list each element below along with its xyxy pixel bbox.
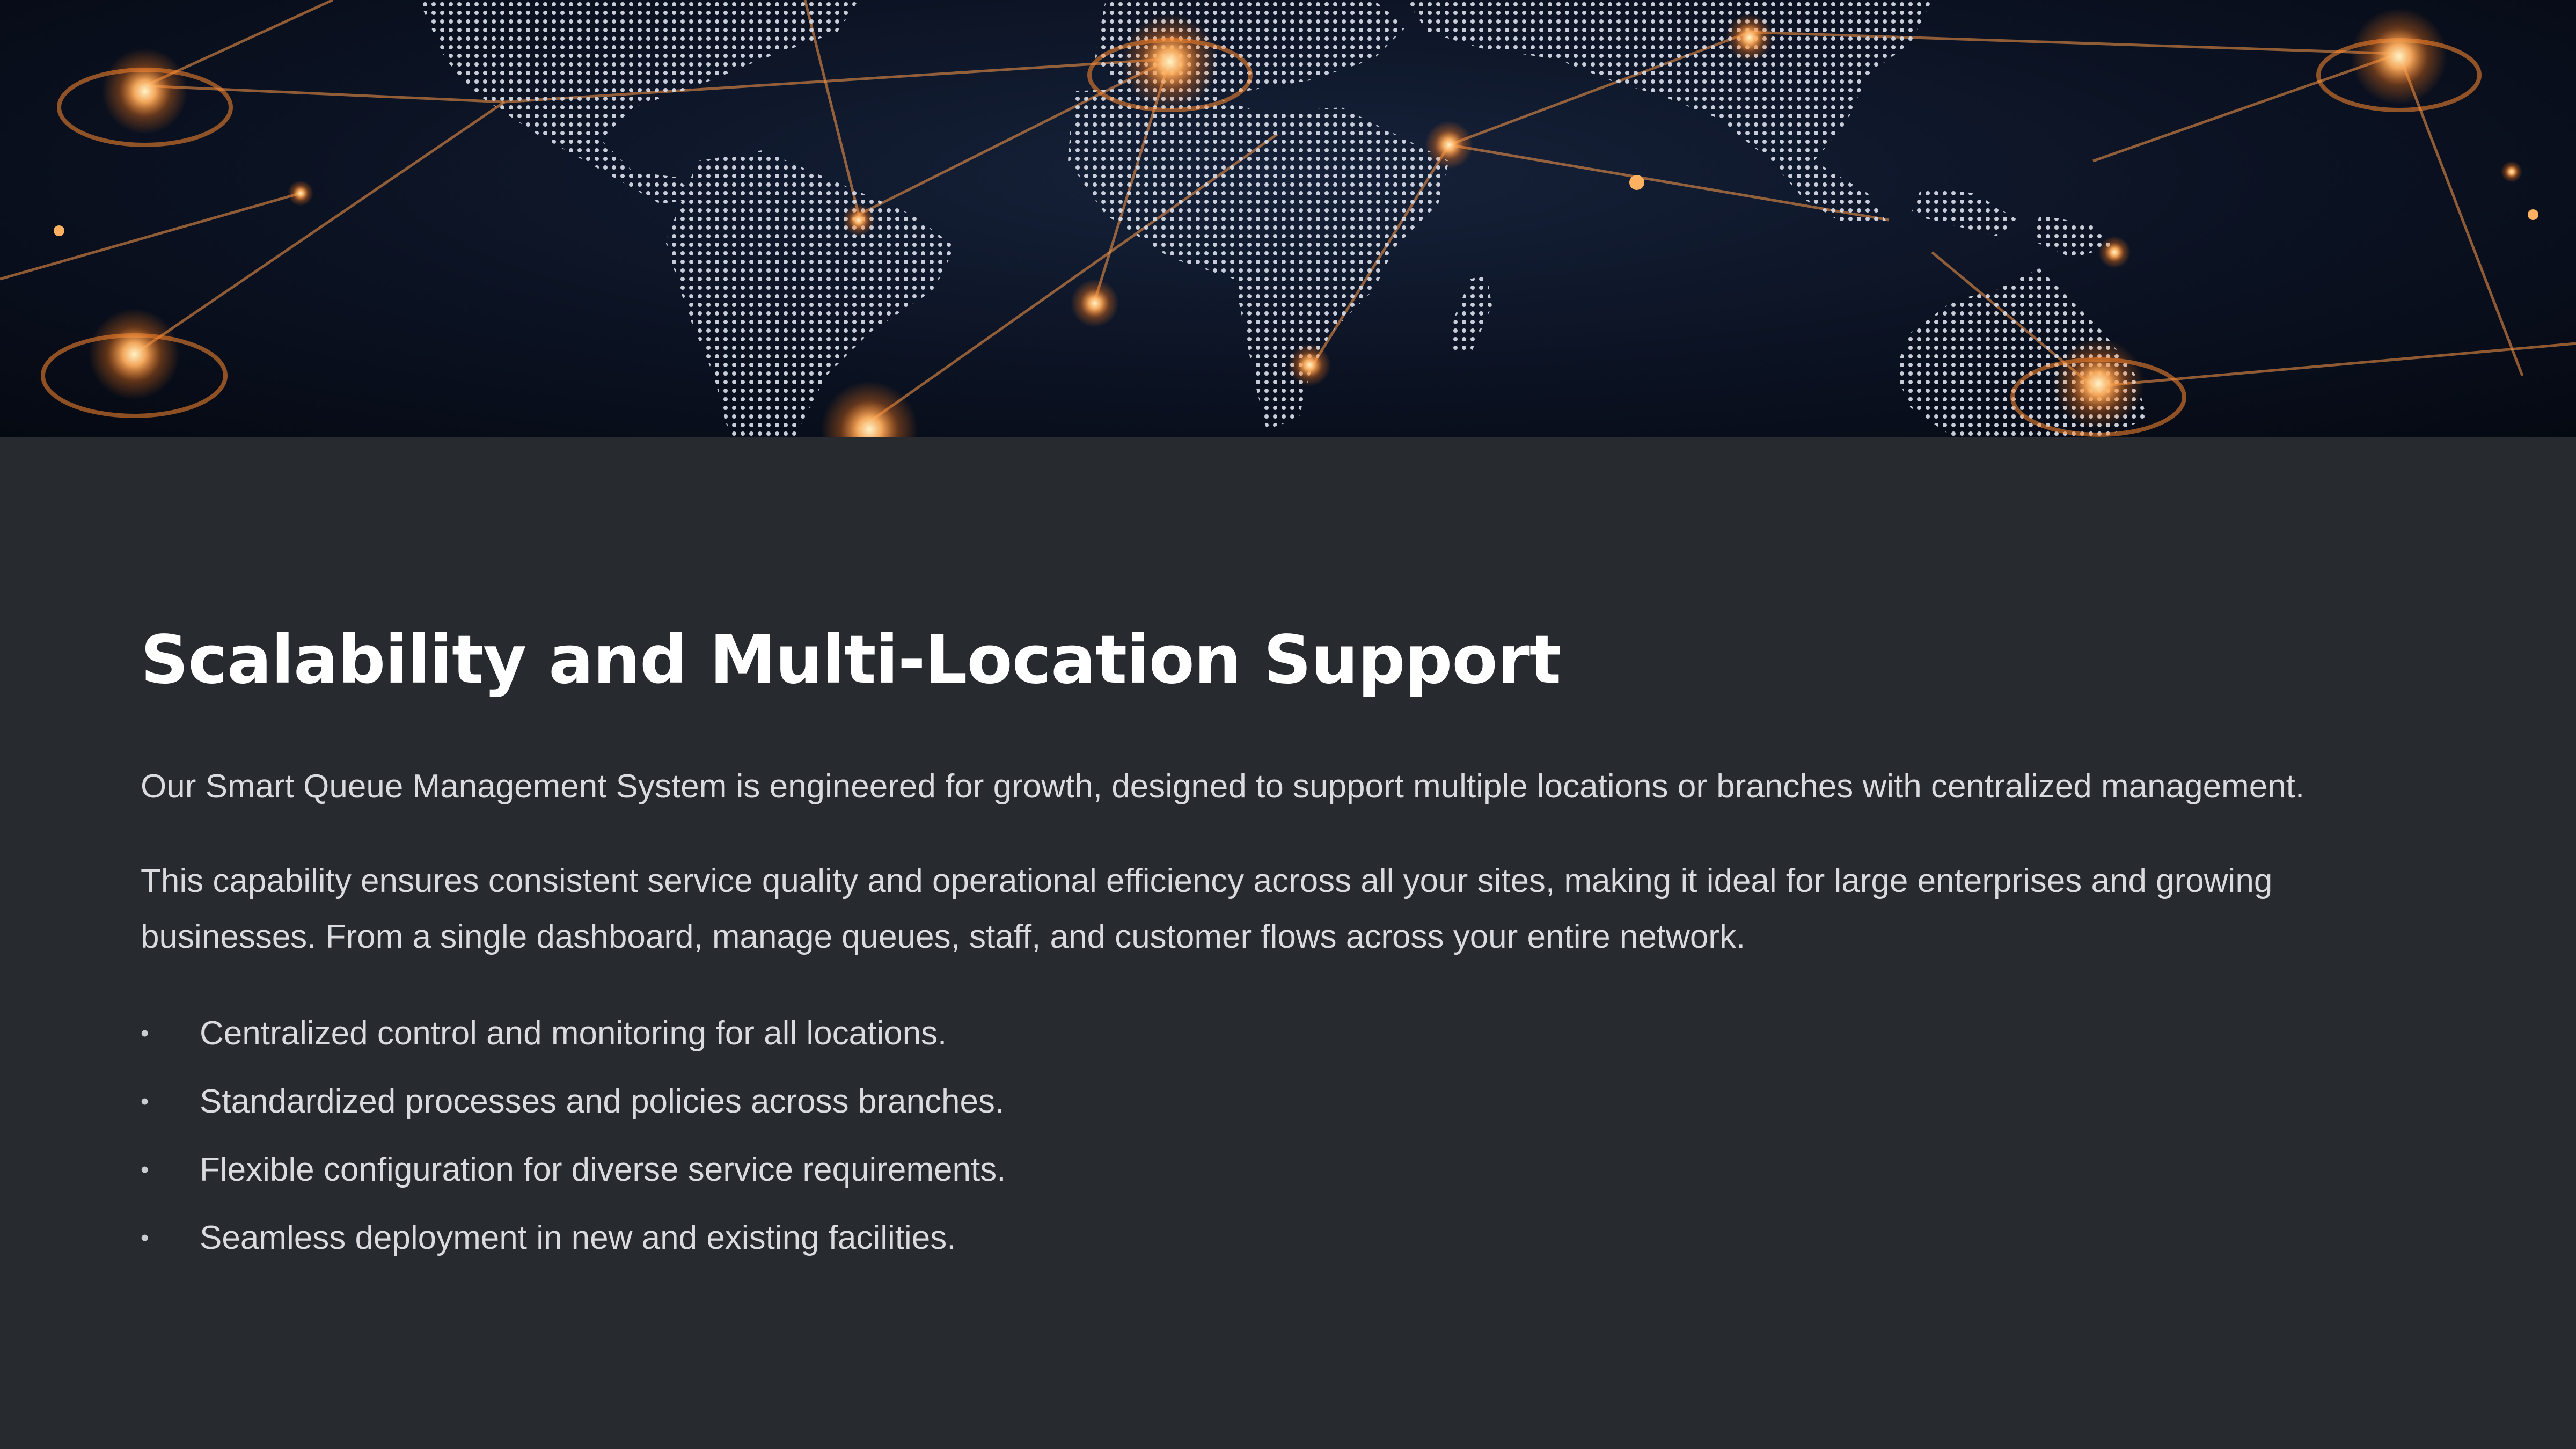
list-item-text: Centralized control and monitoring for a… — [200, 1015, 947, 1052]
bullet-icon: • — [141, 1088, 149, 1115]
list-item-text: Seamless deployment in new and existing … — [200, 1219, 956, 1256]
slide: Scalability and Multi-Location Support O… — [0, 0, 2576, 1449]
list-item-text: Standardized processes and policies acro… — [200, 1083, 1005, 1120]
list-item: • Centralized control and monitoring for… — [141, 999, 2448, 1067]
hero-world-map-image — [0, 0, 2576, 437]
feature-list: • Centralized control and monitoring for… — [141, 999, 2448, 1272]
bullet-icon: • — [141, 1020, 149, 1046]
list-item: • Seamless deployment in new and existin… — [141, 1204, 2448, 1272]
list-item: • Flexible configuration for diverse ser… — [141, 1136, 2448, 1204]
bullet-icon: • — [141, 1157, 149, 1183]
bullet-icon: • — [141, 1225, 149, 1251]
list-item: • Standardized processes and policies ac… — [141, 1067, 2448, 1136]
intro-paragraph: Our Smart Queue Management System is eng… — [141, 768, 2305, 805]
detail-paragraph: This capability ensures consistent servi… — [141, 862, 2273, 955]
page-title: Scalability and Multi-Location Support — [141, 621, 1561, 699]
list-item-text: Flexible configuration for diverse servi… — [200, 1151, 1006, 1188]
content-section: Scalability and Multi-Location Support O… — [141, 617, 2448, 1272]
world-network-map-graphic — [0, 0, 2576, 437]
